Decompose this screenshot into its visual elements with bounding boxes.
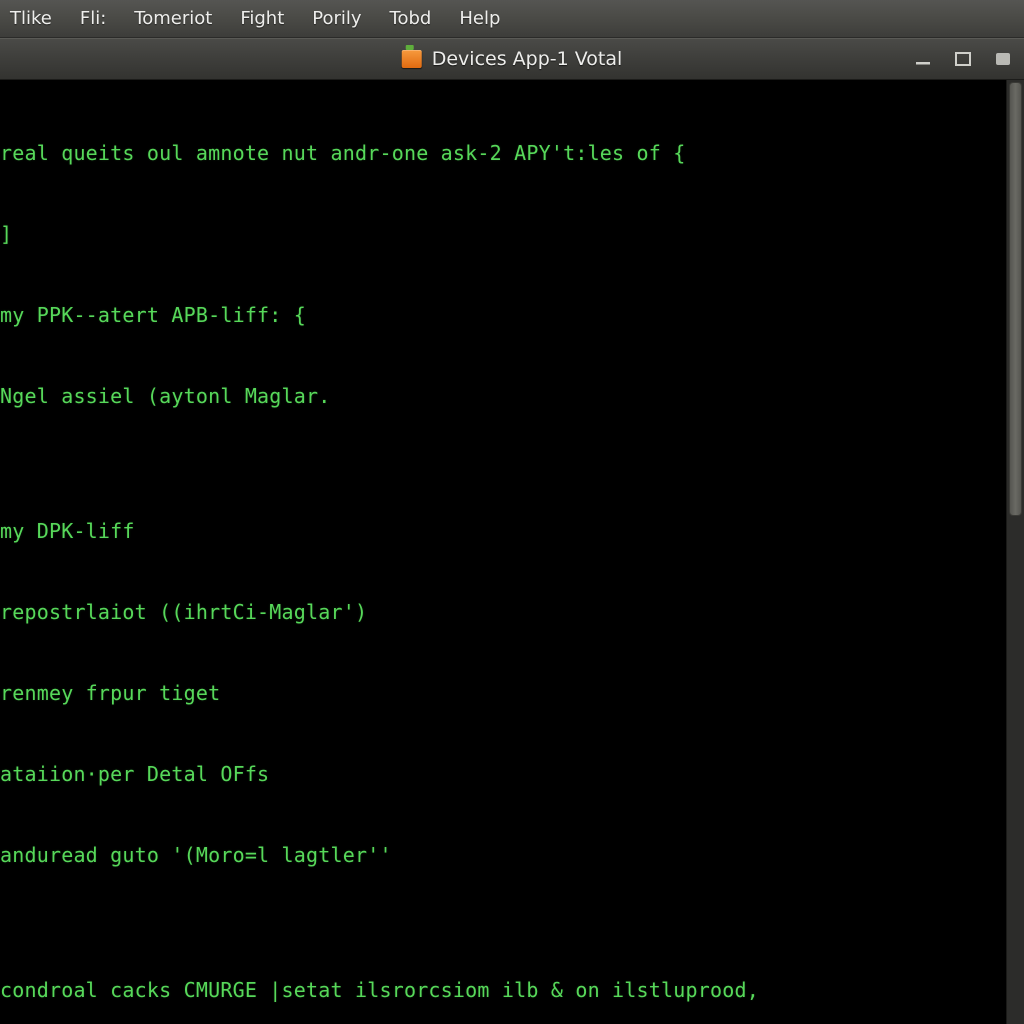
- terminal-line: repostrlaiot ((ihrtCi-Maglar'): [0, 599, 1004, 626]
- menu-item-tobd[interactable]: Tobd: [390, 8, 432, 29]
- close-icon[interactable]: [990, 48, 1016, 70]
- vertical-scrollbar[interactable]: [1006, 80, 1024, 1024]
- terminal-line: anduread guto '(Moro=l lagtler'': [0, 842, 1004, 869]
- terminal-line: Ngel assiel (aytonl Maglar.: [0, 383, 1004, 410]
- menu-item-fli[interactable]: Fli:: [80, 8, 106, 29]
- scrollbar-thumb[interactable]: [1009, 82, 1022, 516]
- menubar: Tlike Fli: Tomeriot Fight Porily Tobd He…: [0, 0, 1024, 38]
- menu-item-fight[interactable]: Fight: [240, 8, 284, 29]
- terminal-line: ]: [0, 221, 1004, 248]
- window-titlebar: Devices App-1 Votal: [0, 38, 1024, 80]
- minimize-icon[interactable]: [910, 48, 936, 70]
- menu-item-help[interactable]: Help: [459, 8, 500, 29]
- terminal-line: ataiion·per Detal OFfs: [0, 761, 1004, 788]
- folder-icon: [402, 50, 422, 68]
- terminal-line: my PPK--atert APB-liff: {: [0, 302, 1004, 329]
- terminal-line: condroal cacks CMURGE |setat ilsrorcsiom…: [0, 977, 1004, 1004]
- terminal-output[interactable]: real queits oul amnote nut andr-one ask-…: [0, 80, 1006, 1024]
- terminal-line: renmey frpur tiget: [0, 680, 1004, 707]
- menu-item-porily[interactable]: Porily: [312, 8, 361, 29]
- maximize-icon[interactable]: [950, 48, 976, 70]
- terminal-window: real queits oul amnote nut andr-one ask-…: [0, 80, 1024, 1024]
- terminal-line: my DPK-liff: [0, 518, 1004, 545]
- terminal-line: real queits oul amnote nut andr-one ask-…: [0, 140, 1004, 167]
- window-title: Devices App-1 Votal: [432, 48, 623, 70]
- menu-item-tomeriot[interactable]: Tomeriot: [134, 8, 212, 29]
- menu-item-tlike[interactable]: Tlike: [10, 8, 52, 29]
- title-center: Devices App-1 Votal: [402, 48, 623, 70]
- window-controls: [910, 48, 1016, 70]
